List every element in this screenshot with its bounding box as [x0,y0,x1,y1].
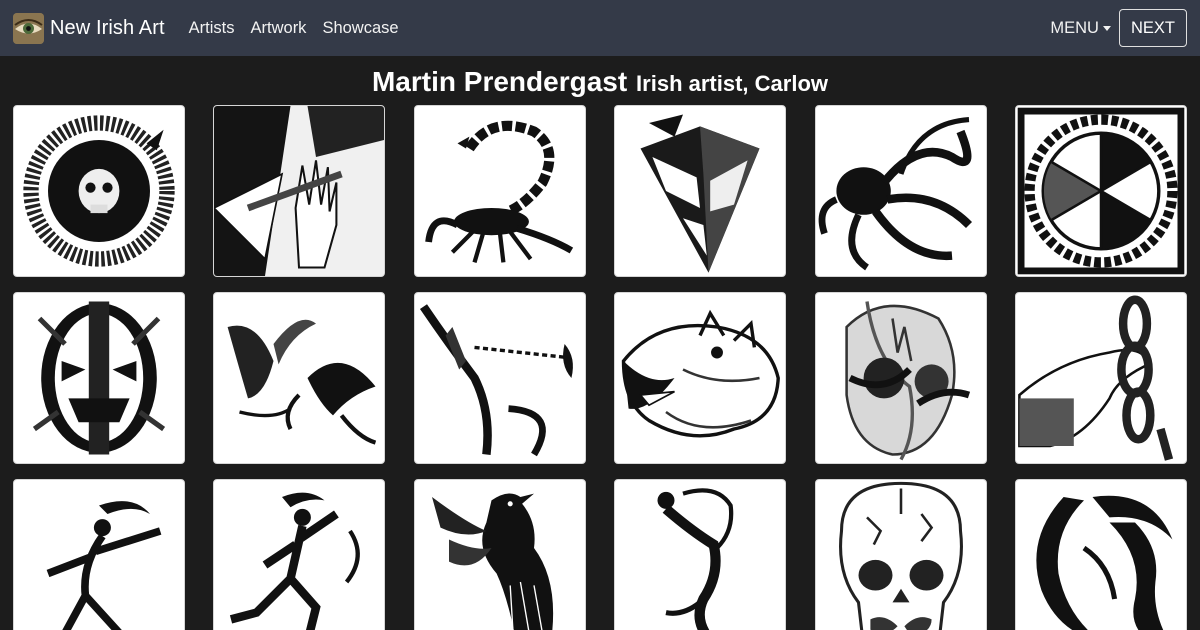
artwork-card[interactable] [413,292,586,464]
tribal-moon-figure-artwork-icon [1036,495,1173,630]
ouroboros-skull-artwork-icon [23,115,175,267]
artwork-card[interactable] [213,292,386,464]
brand-home-link[interactable]: New Irish Art [13,12,165,44]
wolf-head-artwork-icon [621,309,781,438]
artwork-card[interactable] [614,292,787,464]
artwork-card[interactable] [213,479,386,630]
caret-down-icon [1102,25,1111,31]
octopus-artwork-icon [818,117,972,271]
cracked-skull-artwork-icon [838,481,963,630]
menu-dropdown-toggle[interactable]: MENU [1050,19,1111,38]
nav-link-artwork[interactable]: Artwork [251,19,307,38]
nav-right: MENU NEXT [1050,9,1187,47]
tribal-figure-running-artwork-icon [230,492,361,630]
artwork-card[interactable] [1014,479,1187,630]
artwork-card[interactable] [213,105,386,277]
hand-geometric-artwork-icon [214,106,385,276]
raven-artwork-icon [431,493,553,630]
artwork-card[interactable] [614,105,787,277]
artwork-card[interactable] [13,105,185,277]
menu-label: MENU [1050,18,1099,37]
top-navbar: New Irish Art Artists Artwork Showcase M… [0,0,1200,56]
artwork-gallery [13,105,1187,630]
tribal-mask-artwork-icon [32,301,166,455]
page-title: Martin Prendergast Irish artist, Carlow [0,62,1200,99]
artist-name: Martin Prendergast [371,66,628,97]
artwork-card[interactable] [13,292,185,464]
artist-subtitle: Irish artist, Carlow [636,71,828,96]
tribal-figure-reaching-artwork-icon [657,488,734,630]
artwork-card[interactable] [13,479,185,630]
artwork-card[interactable] [1014,292,1187,464]
artwork-card[interactable] [1014,105,1187,277]
celtic-wheel-artwork-icon [1017,107,1185,275]
nav-link-showcase[interactable]: Showcase [322,19,398,38]
nav-link-artists[interactable]: Artists [189,19,235,38]
nav-links: Artists Artwork Showcase [181,19,407,38]
eye-logo-icon [13,12,44,44]
artwork-card[interactable] [413,479,586,630]
skull-hands-artwork-icon [844,301,970,461]
artwork-card[interactable] [814,105,987,277]
hand-chain-artwork-icon [1018,295,1174,461]
artwork-card[interactable] [413,105,586,277]
tribal-figure-leaping-artwork-icon [46,501,162,630]
chain-blade-artwork-icon [419,304,573,457]
brand-name: New Irish Art [50,16,165,39]
next-button[interactable]: NEXT [1118,9,1187,47]
artwork-card[interactable] [614,479,787,630]
birds-flying-artwork-icon [227,319,377,445]
artwork-card[interactable] [814,479,987,630]
artwork-card[interactable] [814,292,987,464]
scorpion-artwork-icon [425,120,573,263]
crystal-pendulum-artwork-icon [640,114,760,273]
